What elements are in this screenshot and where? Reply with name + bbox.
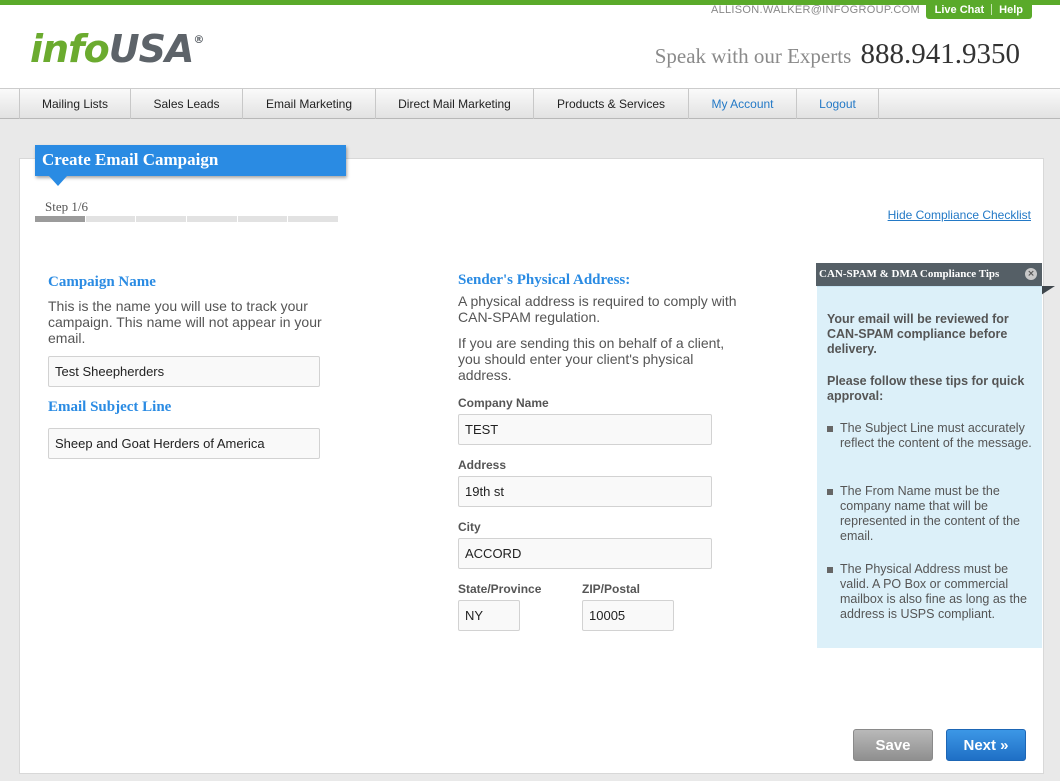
- logo-part-info: info: [30, 27, 110, 71]
- nav-mailing-lists[interactable]: Mailing Lists: [20, 89, 131, 119]
- compliance-tips-header: CAN-SPAM & DMA Compliance Tips ×: [816, 263, 1042, 286]
- phone-prefix: Speak with our Experts: [654, 44, 852, 68]
- address-label: Address: [458, 458, 507, 472]
- compliance-tips-panel: Your email will be reviewed for CAN-SPAM…: [817, 286, 1042, 648]
- tip-text: The Subject Line must accurately reflect…: [840, 421, 1032, 450]
- address-input[interactable]: [458, 476, 712, 507]
- tip-text: The From Name must be the company name t…: [840, 484, 1020, 543]
- tips-intro: Your email will be reviewed for CAN-SPAM…: [827, 312, 1009, 356]
- step-segment: [35, 216, 85, 222]
- top-links-divider: [991, 4, 993, 15]
- next-button[interactable]: Next »: [946, 729, 1026, 761]
- live-chat-link[interactable]: Live Chat: [935, 4, 985, 16]
- step-segment: [288, 216, 339, 222]
- step-progress-bar: [35, 216, 339, 222]
- tips-header-fold: [1041, 286, 1055, 295]
- main-nav: Mailing Lists Sales Leads Email Marketin…: [0, 88, 1060, 119]
- infousa-logo[interactable]: infoUSA®: [30, 27, 204, 71]
- phone-banner: Speak with our Experts 888.941.9350: [655, 38, 1020, 71]
- step-segment: [85, 216, 136, 222]
- step-segment: [187, 216, 237, 222]
- nav-sales-leads[interactable]: Sales Leads: [131, 89, 243, 119]
- company-name-label: Company Name: [458, 396, 549, 410]
- step-segment: [237, 216, 288, 222]
- zip-input[interactable]: [582, 600, 674, 631]
- nav-products-services[interactable]: Products & Services: [534, 89, 689, 119]
- nav-logout[interactable]: Logout: [797, 89, 879, 119]
- state-label: State/Province: [458, 582, 542, 596]
- sender-client-description: If you are sending this on behalf of a c…: [458, 335, 725, 383]
- compliance-tips-title: CAN-SPAM & DMA Compliance Tips: [819, 268, 1000, 280]
- sender-address-description: A physical address is required to comply…: [458, 293, 737, 325]
- logo-registered-mark: ®: [193, 33, 204, 46]
- header: infoUSA® Speak with our Experts 888.941.…: [0, 5, 1060, 88]
- step-label: Step 1/6: [45, 199, 88, 214]
- help-link[interactable]: Help: [999, 4, 1023, 16]
- nav-my-account[interactable]: My Account: [689, 89, 797, 119]
- bullet-icon: [827, 567, 833, 573]
- tip-item: The Physical Address must be valid. A PO…: [827, 562, 1032, 622]
- bullet-icon: [827, 489, 833, 495]
- user-email: ALLISON.WALKER@INFOGROUP.COM: [710, 4, 920, 16]
- nav-items: Mailing Lists Sales Leads Email Marketin…: [19, 89, 879, 119]
- save-button[interactable]: Save: [853, 729, 933, 761]
- step-segment: [136, 216, 187, 222]
- tips-follow: Please follow these tips for quick appro…: [827, 374, 1025, 403]
- email-subject-input[interactable]: [48, 428, 320, 459]
- nav-direct-mail-marketing[interactable]: Direct Mail Marketing: [376, 89, 534, 119]
- tip-item: The From Name must be the company name t…: [827, 484, 1032, 544]
- city-input[interactable]: [458, 538, 712, 569]
- close-icon[interactable]: ×: [1025, 268, 1037, 280]
- tip-text: The Physical Address must be valid. A PO…: [840, 562, 1027, 621]
- page-title: Create Email Campaign: [35, 145, 346, 176]
- state-input[interactable]: [458, 600, 520, 631]
- email-subject-title: Email Subject Line: [48, 399, 172, 415]
- zip-label: ZIP/Postal: [582, 582, 641, 596]
- top-links: Live Chat Help: [925, 0, 1032, 19]
- sender-address-title: Sender's Physical Address:: [458, 272, 631, 288]
- logo-part-usa: USA: [108, 27, 195, 71]
- nav-email-marketing[interactable]: Email Marketing: [243, 89, 376, 119]
- campaign-name-description: This is the name you will use to track y…: [48, 298, 322, 346]
- campaign-name-title: Campaign Name: [48, 274, 156, 290]
- bullet-icon: [827, 426, 833, 432]
- city-label: City: [458, 520, 481, 534]
- hide-compliance-checklist-link[interactable]: Hide Compliance Checklist: [888, 208, 1031, 222]
- tip-item: The Subject Line must accurately reflect…: [827, 421, 1032, 451]
- title-ribbon-pointer: [49, 176, 67, 186]
- company-name-input[interactable]: [458, 414, 712, 445]
- campaign-name-input[interactable]: [48, 356, 320, 387]
- phone-number: 888.941.9350: [860, 38, 1021, 70]
